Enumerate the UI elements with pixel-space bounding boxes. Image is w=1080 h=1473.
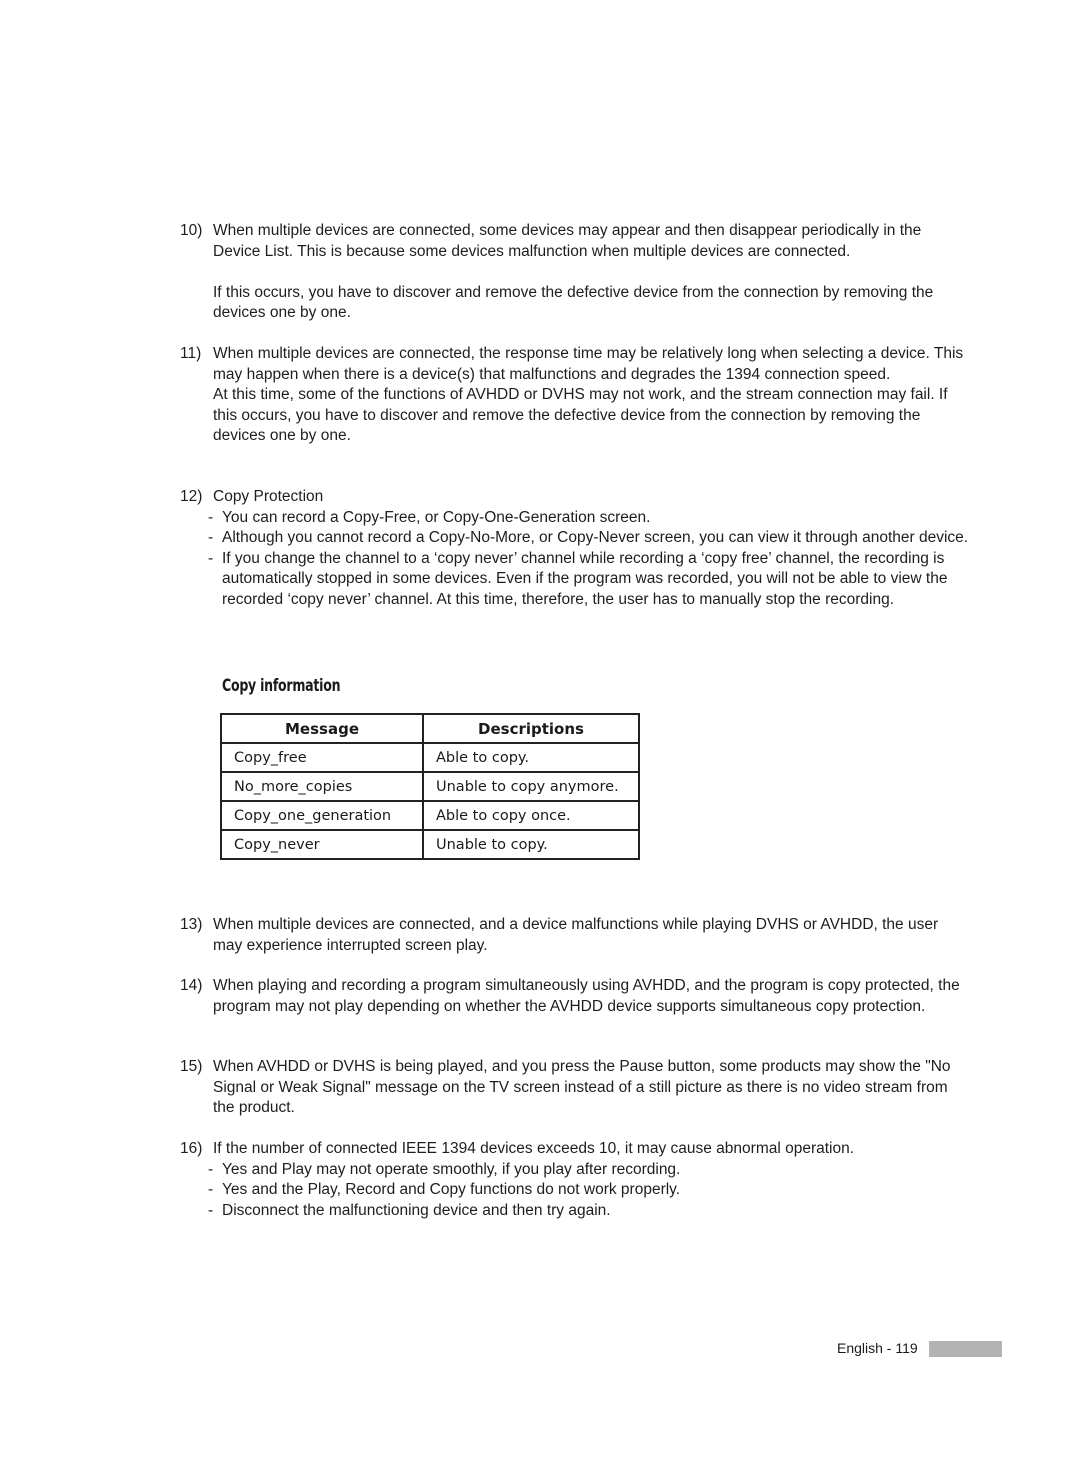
item-number: 16) <box>180 1140 203 1157</box>
paragraph: When AVHDD or DVHS is being played, and … <box>213 1058 951 1116</box>
item-number: 12) <box>180 488 203 505</box>
item-number: 13) <box>180 916 203 933</box>
description-cell: Able to copy once. <box>422 800 640 831</box>
item-13: 13) When multiple devices are connected,… <box>180 915 970 956</box>
item-10: 10) When multiple devices are connected,… <box>180 221 970 324</box>
paragraph: At this time, some of the functions of A… <box>213 386 948 444</box>
item-number: 11) <box>180 345 202 362</box>
description-cell: Able to copy. <box>422 742 640 773</box>
table-row: Copy_one_generation Able to copy once. <box>220 800 640 831</box>
table-row: Copy_free Able to copy. <box>220 742 640 773</box>
paragraph: When multiple devices are connected, the… <box>213 345 964 383</box>
message-cell: Copy_free <box>220 742 424 773</box>
item-title: If the number of connected IEEE 1394 dev… <box>213 1140 855 1157</box>
item-title: Copy Protection <box>213 488 324 505</box>
bullet: Disconnect the malfunctioning device and… <box>222 1201 611 1219</box>
paragraph: When multiple devices are connected, som… <box>213 222 922 260</box>
message-cell: No_more_copies <box>220 771 424 802</box>
section-title: Copy information <box>222 676 341 696</box>
page-number: English - 119 <box>837 1340 918 1356</box>
item-16: 16) If the number of connected IEEE 1394… <box>180 1139 970 1221</box>
item-number: 10) <box>180 222 203 239</box>
footer-bar <box>929 1341 1002 1357</box>
table-row: Copy_never Unable to copy. <box>220 829 640 860</box>
bullet: Yes and Play may not operate smoothly, i… <box>222 1160 681 1178</box>
item-11: 11) When multiple devices are connected,… <box>180 344 970 447</box>
table-header-row: Message Descriptions <box>220 713 640 744</box>
paragraph: When multiple devices are connected, and… <box>213 916 939 954</box>
table-row: No_more_copies Unable to copy anymore. <box>220 771 640 802</box>
bullet: Although you cannot record a Copy-No-Mor… <box>222 529 969 546</box>
item-14: 14) When playing and recording a program… <box>180 976 970 1017</box>
bullet: Yes and the Play, Record and Copy functi… <box>222 1181 681 1198</box>
column-header: Message <box>220 713 424 744</box>
item-number: 14) <box>180 977 203 994</box>
column-header: Descriptions <box>422 713 640 744</box>
message-cell: Copy_one_generation <box>220 800 424 831</box>
bullet: You can record a Copy-Free, or Copy-One-… <box>222 508 651 526</box>
copy-info-table: Message Descriptions Copy_free Able to c… <box>220 713 640 860</box>
item-15: 15) When AVHDD or DVHS is being played, … <box>180 1057 970 1119</box>
bullet: If you change the channel to a ‘copy nev… <box>222 549 948 608</box>
description-cell: Unable to copy. <box>422 829 640 860</box>
item-12: 12) Copy Protection - You can record a Co… <box>180 487 970 610</box>
item-number: 15) <box>180 1058 203 1075</box>
paragraph: If this occurs, you have to discover and… <box>213 283 934 322</box>
message-cell: Copy_never <box>220 829 424 860</box>
paragraph: When playing and recording a program sim… <box>213 977 960 1015</box>
description-cell: Unable to copy anymore. <box>422 771 640 802</box>
